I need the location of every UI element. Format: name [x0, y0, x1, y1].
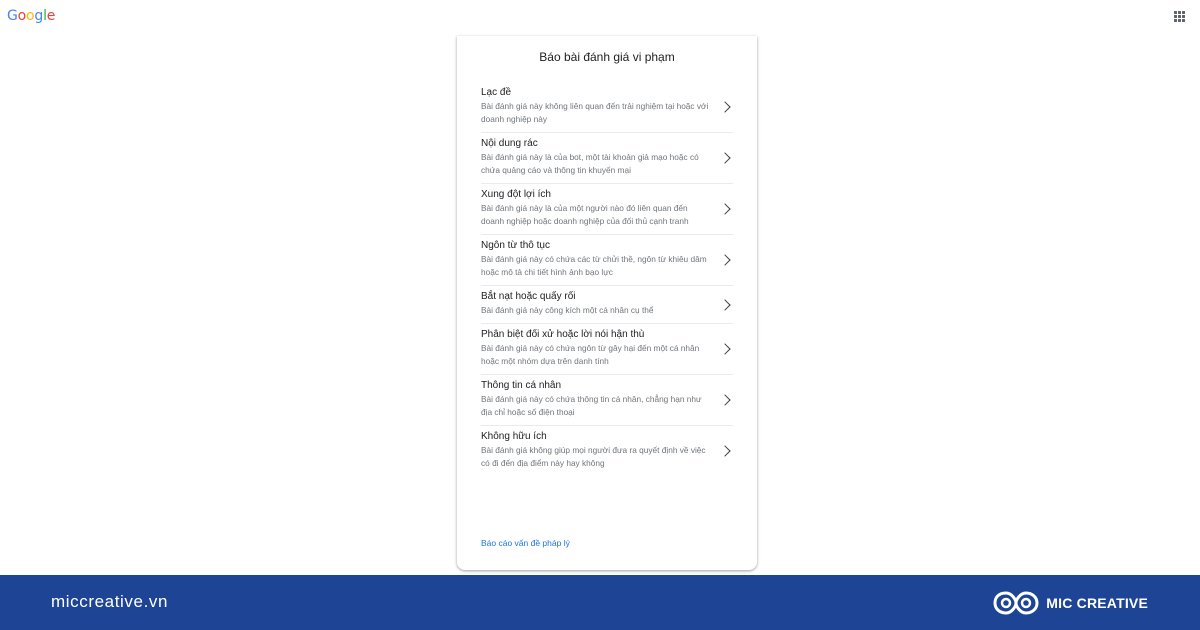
report-option[interactable]: Phân biệt đối xử hoặc lời nói hận thù Bài…	[481, 324, 733, 375]
brand: MIC CREATIVE	[992, 588, 1148, 618]
option-title: Lạc đề	[481, 87, 512, 98]
option-title: Phân biệt đối xử hoặc lời nói hận thù	[481, 329, 645, 340]
option-description: Bài đánh giá này có chứa các từ chửi thề…	[481, 254, 707, 277]
chevron-right-icon	[719, 152, 731, 164]
chevron-right-icon	[719, 298, 731, 311]
option-title: Không hữu ích	[481, 431, 547, 442]
option-description: Bài đánh giá này có chứa ngôn từ gây hại…	[481, 343, 700, 366]
chevron-right-icon	[719, 203, 731, 215]
report-option[interactable]: Thông tin cá nhân Bài đánh giá này có chứ…	[481, 375, 733, 426]
option-title: Thông tin cá nhân	[481, 380, 562, 391]
report-option[interactable]: Không hữu ích Bài đánh giá không giúp mọi…	[481, 426, 733, 476]
logo-letter: G	[7, 8, 18, 24]
report-option[interactable]: Lạc đề Bài đánh giá này không liên quan đ…	[481, 82, 733, 133]
chevron-right-icon	[719, 394, 731, 406]
logo-letter: g	[34, 8, 44, 24]
option-description: Bài đánh giá này không liên quan đến trả…	[481, 101, 709, 124]
chevron-right-icon	[719, 254, 731, 266]
chevron-right-icon	[719, 445, 731, 457]
footer-site-url: miccreative.vn	[51, 592, 169, 611]
option-title: Ngôn từ thô tục	[481, 240, 550, 251]
logo-letter: o	[17, 8, 27, 24]
apps-grid-icon[interactable]	[1174, 11, 1185, 22]
brand-name: MIC CREATIVE	[1046, 595, 1148, 611]
option-title: Xung đột lợi ích	[481, 189, 551, 200]
report-review-dialog: Báo bài đánh giá vi phạm Lạc đề Bài đánh …	[457, 36, 757, 570]
report-option[interactable]: Bắt nạt hoặc quấy rối Bài đánh giá này cô…	[481, 286, 733, 324]
footer-banner: miccreative.vn MIC CREATIVE	[0, 575, 1200, 630]
chevron-right-icon	[719, 101, 731, 113]
dialog-title: Báo bài đánh giá vi phạm	[539, 50, 675, 64]
report-option[interactable]: Nội dung rác Bài đánh giá này là của bot,…	[481, 133, 733, 184]
report-option[interactable]: Ngôn từ thô tục Bài đánh giá này có chứa …	[481, 235, 733, 286]
report-option[interactable]: Xung đột lợi ích Bài đánh giá này là của …	[481, 184, 733, 235]
option-description: Bài đánh giá này là của một người nào đó…	[481, 203, 689, 226]
legal-issue-link[interactable]: Báo cáo vấn đề pháp lý	[481, 538, 570, 548]
google-logo[interactable]: Google	[7, 8, 55, 24]
option-title: Nội dung rác	[481, 138, 538, 149]
option-title: Bắt nạt hoặc quấy rối	[481, 291, 576, 302]
report-options-list: Lạc đề Bài đánh giá này không liên quan đ…	[481, 82, 733, 476]
option-description: Bài đánh giá không giúp mọi người đưa ra…	[481, 445, 706, 468]
chevron-right-icon	[719, 343, 731, 355]
mic-creative-logo-icon	[993, 591, 1039, 615]
option-description: Bài đánh giá này có chứa thông tin cá nh…	[481, 394, 702, 417]
option-description: Bài đánh giá này công kích một cá nhân c…	[481, 305, 654, 315]
logo-letter: e	[46, 8, 56, 24]
option-description: Bài đánh giá này là của bot, một tài kho…	[481, 152, 699, 175]
